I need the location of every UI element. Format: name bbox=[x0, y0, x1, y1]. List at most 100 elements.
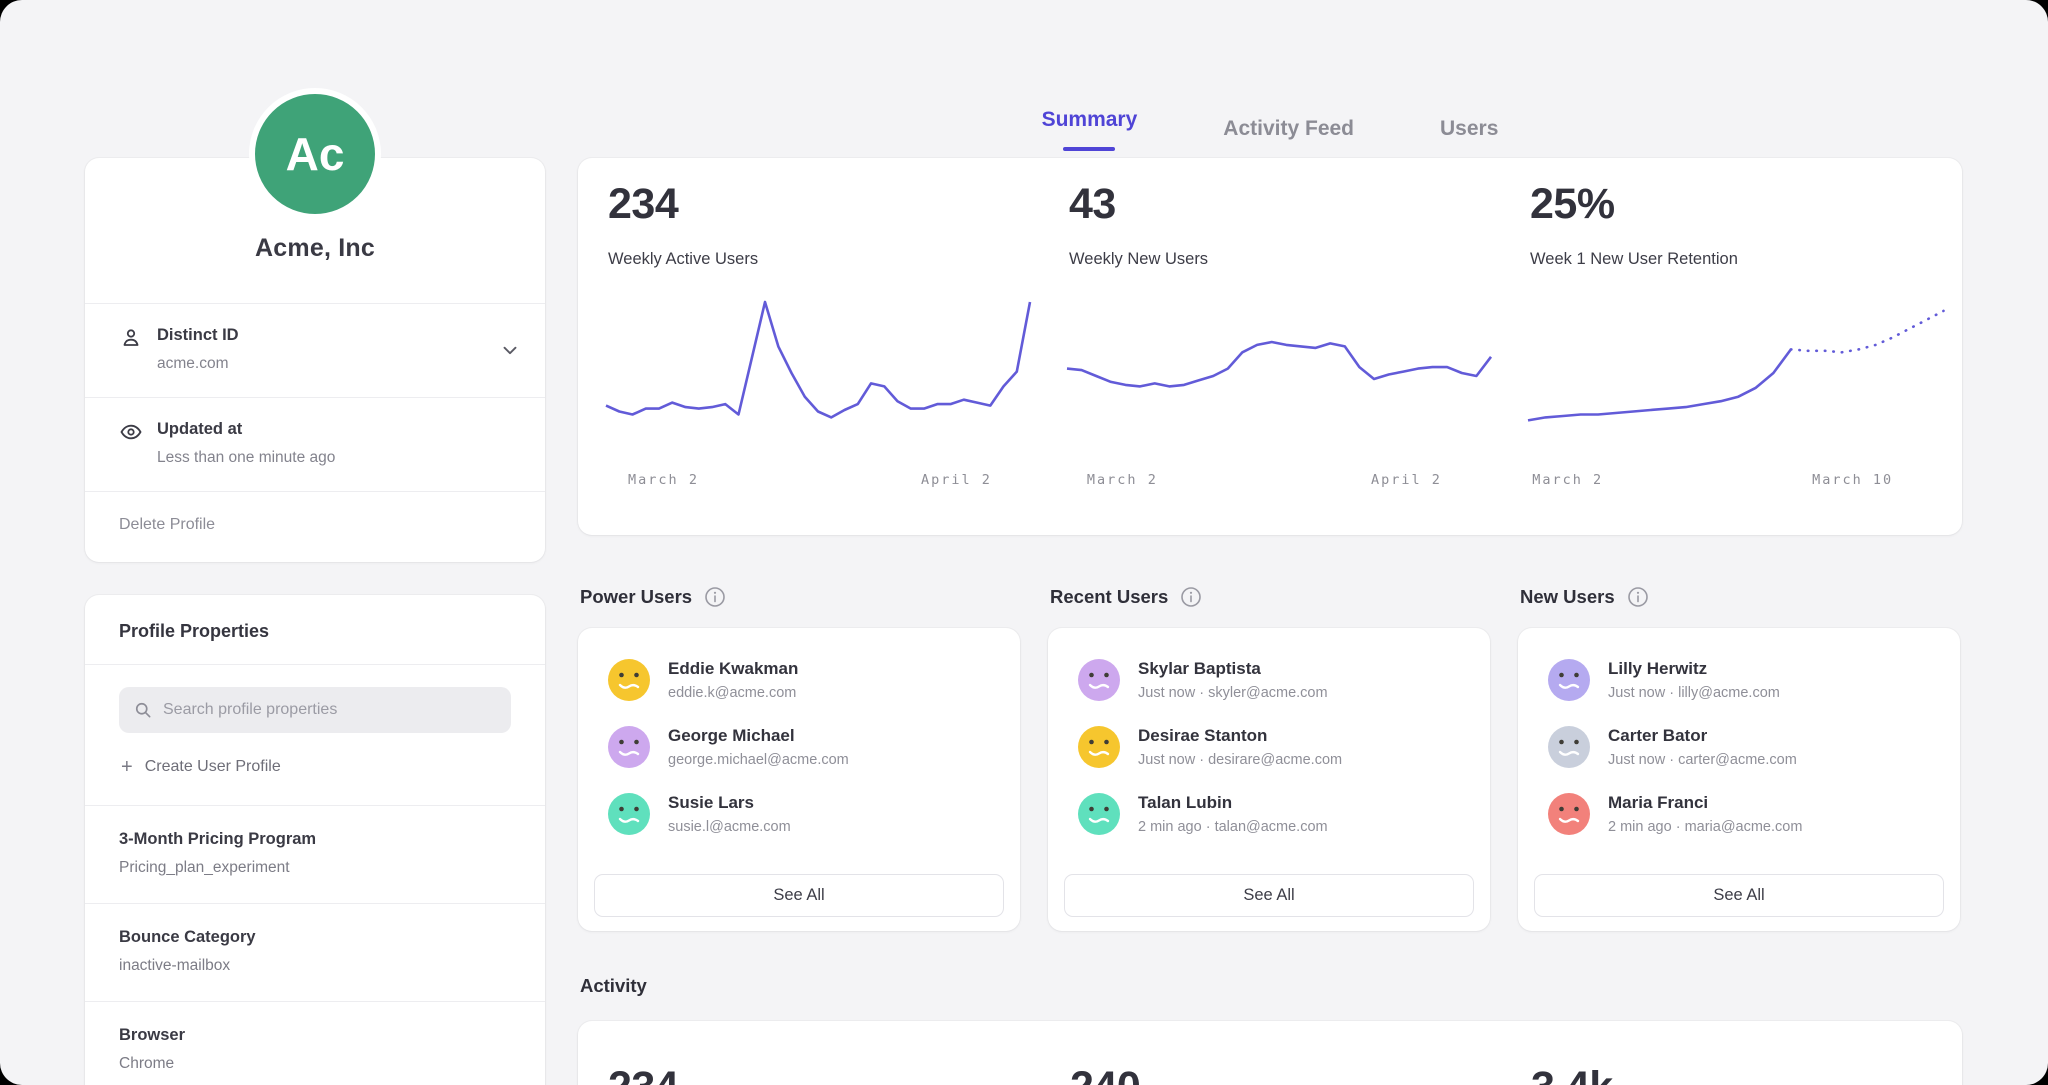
search-input[interactable] bbox=[119, 687, 511, 733]
user-avatar bbox=[608, 793, 650, 835]
profile-properties-title: Profile Properties bbox=[85, 595, 545, 664]
eye-icon bbox=[119, 420, 143, 444]
info-icon[interactable] bbox=[1627, 586, 1649, 608]
property-name: 3-Month Pricing Program bbox=[119, 830, 511, 849]
tab-activity-feed[interactable]: Activity Feed bbox=[1223, 100, 1354, 158]
stat-label: Weekly Active Users bbox=[608, 250, 758, 269]
user-row[interactable]: Eddie Kwakman eddie.k@acme.com bbox=[608, 654, 1004, 706]
user-avatar bbox=[1548, 659, 1590, 701]
tab-summary[interactable]: Summary bbox=[1042, 100, 1138, 158]
recent-users-section: Recent Users Skylar Baptis bbox=[1048, 580, 1490, 931]
search-icon bbox=[133, 700, 153, 720]
weekly-active-users-chart bbox=[606, 296, 1030, 456]
stat-label: Weekly New Users bbox=[1069, 250, 1208, 269]
user-avatar bbox=[1078, 659, 1120, 701]
user-avatar bbox=[608, 726, 650, 768]
field-label: Updated at bbox=[157, 420, 521, 439]
stat-week1-retention: 25% Week 1 New User Retention March 2 Ma… bbox=[1500, 158, 1962, 535]
user-name: Carter Bator bbox=[1608, 726, 1797, 746]
field-label: Distinct ID bbox=[157, 326, 499, 345]
plus-icon: + bbox=[121, 757, 133, 777]
stat-value: 234 bbox=[608, 180, 678, 229]
distinct-id-row: Distinct ID acme.com bbox=[85, 304, 545, 397]
see-all-button[interactable]: See All bbox=[1064, 874, 1474, 917]
user-avatar bbox=[1078, 726, 1120, 768]
activity-stat: 3.4k bbox=[1531, 1063, 1613, 1085]
create-user-profile-label: Create User Profile bbox=[145, 758, 281, 776]
activity-stat: 234 bbox=[608, 1063, 678, 1085]
info-icon[interactable] bbox=[704, 586, 726, 608]
user-sections-row: Power Users Eddie Kwakman bbox=[578, 580, 1962, 931]
user-name: Maria Franci bbox=[1608, 793, 1802, 813]
delete-profile-button[interactable]: Delete Profile bbox=[85, 492, 545, 562]
user-meta: 2 min ago · talan@acme.com bbox=[1138, 819, 1328, 835]
user-name: Eddie Kwakman bbox=[668, 659, 798, 679]
property-row[interactable]: 3-Month Pricing Program Pricing_plan_exp… bbox=[85, 806, 545, 903]
x-axis-tick: March 10 bbox=[1812, 472, 1893, 488]
property-value: Chrome bbox=[119, 1055, 511, 1073]
property-row[interactable]: Browser Chrome bbox=[85, 1002, 545, 1085]
x-axis-tick: March 2 bbox=[1087, 472, 1158, 488]
user-row[interactable]: Carter Bator Just now · carter@acme.com bbox=[1548, 721, 1944, 773]
stat-label: Week 1 New User Retention bbox=[1530, 250, 1738, 269]
user-row[interactable]: Lilly Herwitz Just now · lilly@acme.com bbox=[1548, 654, 1944, 706]
user-meta: george.michael@acme.com bbox=[668, 752, 849, 768]
user-meta: Just now · lilly@acme.com bbox=[1608, 685, 1780, 701]
user-meta: Just now · desirare@acme.com bbox=[1138, 752, 1342, 768]
user-row[interactable]: Talan Lubin 2 min ago · talan@acme.com bbox=[1078, 788, 1474, 840]
stat-weekly-active-users: 234 Weekly Active Users March 2 April 2 bbox=[578, 158, 1040, 535]
section-title: Power Users bbox=[580, 586, 692, 608]
property-value: Pricing_plan_experiment bbox=[119, 859, 511, 877]
user-row[interactable]: Skylar Baptista Just now · skyler@acme.c… bbox=[1078, 654, 1474, 706]
updated-at-row: Updated at Less than one minute ago bbox=[85, 398, 545, 491]
user-name: George Michael bbox=[668, 726, 849, 746]
info-icon[interactable] bbox=[1180, 586, 1202, 608]
section-title: Recent Users bbox=[1050, 586, 1168, 608]
user-meta: Just now · carter@acme.com bbox=[1608, 752, 1797, 768]
create-user-profile-button[interactable]: + Create User Profile bbox=[119, 733, 283, 799]
new-users-card: Lilly Herwitz Just now · lilly@acme.com … bbox=[1518, 628, 1960, 931]
stat-value: 43 bbox=[1069, 180, 1116, 229]
user-meta: susie.l@acme.com bbox=[668, 819, 791, 835]
user-avatar bbox=[608, 659, 650, 701]
chevron-down-icon[interactable] bbox=[499, 339, 521, 361]
user-avatar bbox=[1548, 726, 1590, 768]
new-users-section: New Users Lilly Herwitz bbox=[1518, 580, 1960, 931]
see-all-button[interactable]: See All bbox=[1534, 874, 1944, 917]
activity-stat: 240 bbox=[1070, 1063, 1140, 1085]
summary-stats-card: 234 Weekly Active Users March 2 April 2 … bbox=[578, 158, 1962, 535]
power-users-card: Eddie Kwakman eddie.k@acme.com George Mi… bbox=[578, 628, 1020, 931]
see-all-button[interactable]: See All bbox=[594, 874, 1004, 917]
company-avatar: Ac bbox=[249, 88, 381, 220]
user-row[interactable]: Susie Lars susie.l@acme.com bbox=[608, 788, 1004, 840]
tab-users[interactable]: Users bbox=[1440, 100, 1498, 158]
user-avatar bbox=[1078, 793, 1120, 835]
user-row[interactable]: George Michael george.michael@acme.com bbox=[608, 721, 1004, 773]
property-name: Bounce Category bbox=[119, 928, 511, 947]
person-icon bbox=[119, 326, 143, 350]
user-row[interactable]: Maria Franci 2 min ago · maria@acme.com bbox=[1548, 788, 1944, 840]
field-value: acme.com bbox=[157, 355, 499, 373]
user-avatar bbox=[1548, 793, 1590, 835]
recent-users-card: Skylar Baptista Just now · skyler@acme.c… bbox=[1048, 628, 1490, 931]
property-name: Browser bbox=[119, 1026, 511, 1045]
x-axis-tick: April 2 bbox=[921, 472, 992, 488]
property-value: inactive-mailbox bbox=[119, 957, 511, 975]
x-axis-tick: March 2 bbox=[628, 472, 699, 488]
activity-title: Activity bbox=[578, 975, 1962, 997]
user-name: Desirae Stanton bbox=[1138, 726, 1342, 746]
user-name: Lilly Herwitz bbox=[1608, 659, 1780, 679]
user-name: Talan Lubin bbox=[1138, 793, 1328, 813]
user-meta: Just now · skyler@acme.com bbox=[1138, 685, 1328, 701]
profile-properties-search bbox=[119, 687, 511, 733]
weekly-new-users-chart bbox=[1067, 296, 1491, 456]
stat-value: 25% bbox=[1530, 180, 1615, 229]
x-axis-tick: April 2 bbox=[1371, 472, 1442, 488]
user-name: Susie Lars bbox=[668, 793, 791, 813]
week1-retention-chart bbox=[1528, 296, 1952, 456]
profile-properties-card: Profile Properties + Create User Profile bbox=[85, 595, 545, 1085]
power-users-section: Power Users Eddie Kwakman bbox=[578, 580, 1020, 931]
x-axis-tick: March 2 bbox=[1532, 472, 1603, 488]
property-row[interactable]: Bounce Category inactive-mailbox bbox=[85, 904, 545, 1001]
user-row[interactable]: Desirae Stanton Just now · desirare@acme… bbox=[1078, 721, 1474, 773]
